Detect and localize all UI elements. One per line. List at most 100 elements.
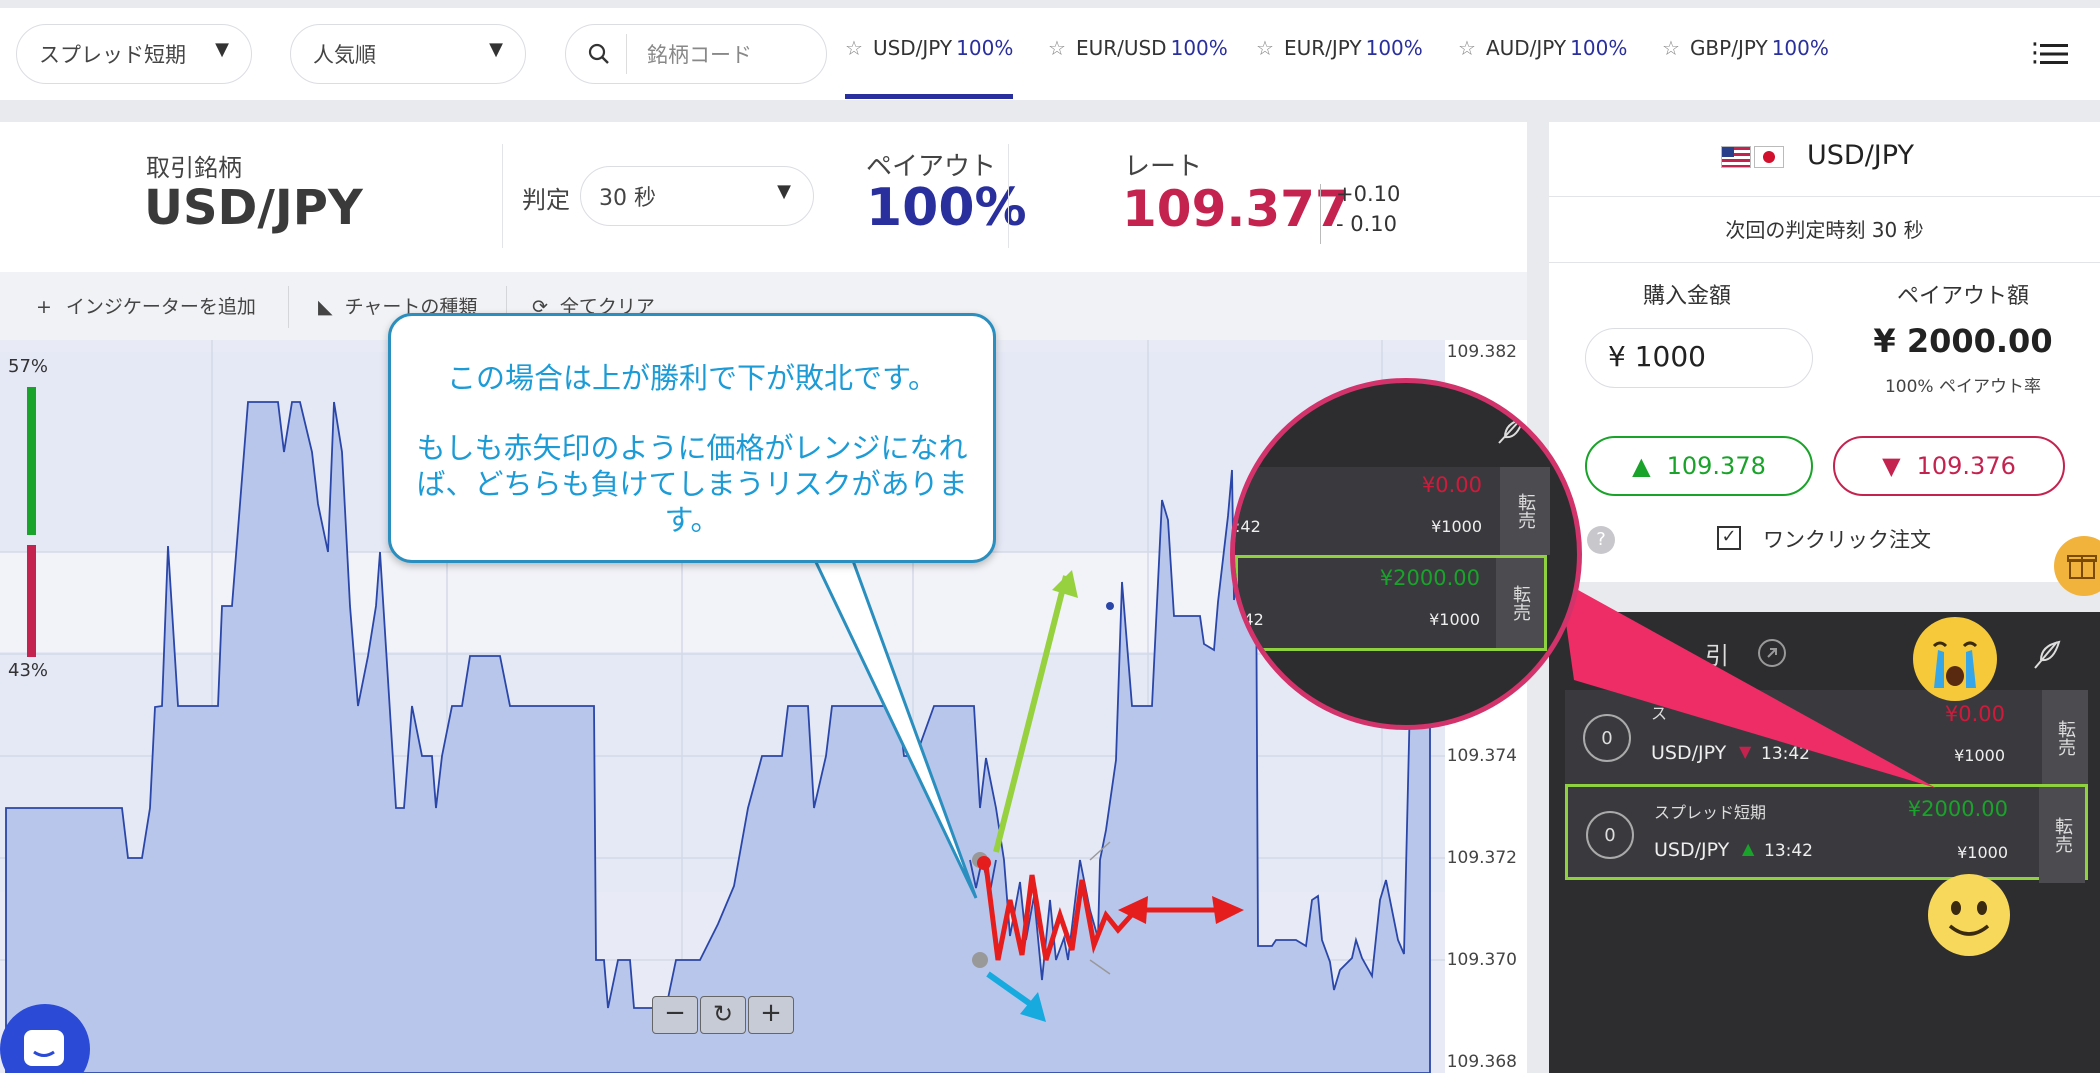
- triangle-down-icon: ▼: [1882, 452, 1901, 480]
- divider: [502, 144, 503, 248]
- trade-profit: ¥2000.00: [1907, 797, 2008, 821]
- filter-select[interactable]: スプレッド短期 ▼: [16, 24, 252, 84]
- payout-amount-value: ¥ 2000.00: [1873, 322, 2053, 360]
- payout-rate: 100% ペイアウト率: [1884, 377, 2041, 397]
- resell-button[interactable]: 転売: [2042, 690, 2088, 786]
- trade-name: スプレッド短期: [1654, 803, 1767, 822]
- star-icon: ☆: [1048, 36, 1066, 60]
- amount-label: 購入金額: [1642, 284, 1731, 309]
- trade-count: 0: [1586, 811, 1634, 859]
- tab-eurusd[interactable]: ☆ EUR/USD 100%: [1048, 36, 1228, 96]
- chevron-down-icon: ▼: [215, 39, 229, 60]
- order-panel: USD/JPY 次回の判定時刻 30 秒 購入金額 ペイアウト額 ¥ 1000 …: [1549, 122, 2100, 582]
- ratio-up-label: 57%: [8, 356, 49, 377]
- plus-icon: +: [36, 296, 52, 318]
- star-icon: ☆: [845, 36, 863, 60]
- callout-line-3: ば、どちらも負けてしまうリスクがあります。: [416, 467, 968, 537]
- magnified-trade-row: ¥0.00 :42 ¥1000: [1235, 467, 1500, 555]
- magnified-trade-row: ¥2000.00 :42 ¥1000 転売: [1235, 555, 1547, 651]
- y-tick-label: 109.370: [1446, 950, 1517, 970]
- gift-icon: [2067, 555, 2097, 579]
- divider: [1320, 184, 1321, 244]
- divider: [1549, 196, 2100, 197]
- magnified-profit: ¥2000.00: [1379, 566, 1480, 590]
- symbol-value: USD/JPY: [144, 180, 363, 236]
- smiling-face-icon: [1928, 874, 2010, 956]
- trade-pair: USD/JPY: [1654, 839, 1730, 861]
- annotation-callout: この場合は上が勝利で下が敗北です。 もしも赤矢印のように価格がレンジになれ ば、…: [388, 313, 996, 563]
- rate-spread-down: - 0.10: [1336, 212, 1398, 236]
- trade-direction-up-icon: ▲: [1742, 839, 1755, 858]
- chevron-down-icon: ▼: [777, 181, 791, 202]
- rate-spread-up: +0.10: [1336, 182, 1401, 206]
- tab-audjpy[interactable]: ☆ AUD/JPY 100%: [1458, 36, 1627, 96]
- magnifier-pointer: [1560, 580, 1936, 788]
- star-icon: ☆: [1256, 36, 1274, 60]
- magnified-time: :42: [1238, 610, 1264, 629]
- tab-usdjpy[interactable]: ☆ USD/JPY 100%: [845, 36, 1013, 96]
- symbol-info-card: 取引銘柄 USD/JPY 判定 30 秒 ▼ ペイアウト 100% レート 10…: [0, 122, 1527, 272]
- trade-time: 13:42: [1764, 841, 1813, 861]
- low-button[interactable]: ▼ 109.376: [1833, 436, 2065, 496]
- current-price-dot: [1106, 602, 1114, 610]
- menu-icon[interactable]: [2040, 42, 2068, 66]
- one-click-checkbox[interactable]: ✓: [1717, 526, 1741, 550]
- one-click-label: ワンクリック注文: [1763, 528, 1931, 552]
- rate-label: レート: [1124, 152, 1203, 182]
- payout-value: 100%: [866, 178, 1027, 238]
- zoom-reset-button[interactable]: ↻: [700, 996, 746, 1034]
- top-bar: スプレッド短期 ▼ 人気順 ▼ 銘柄コード ☆ USD/JPY 100% ☆ EUR/…: [0, 8, 2100, 100]
- chat-icon: [24, 1030, 64, 1066]
- judge-select[interactable]: 30 秒 ▼: [580, 166, 814, 226]
- add-indicator-button[interactable]: + インジケーターを追加: [36, 292, 256, 319]
- magnified-resell: 転売: [1496, 558, 1544, 648]
- zoom-in-button[interactable]: +: [748, 996, 794, 1034]
- feather-icon[interactable]: [2027, 634, 2067, 674]
- area-chart-icon: ◣: [318, 296, 333, 318]
- symbol-label: 取引銘柄: [146, 154, 242, 182]
- magnified-profit: ¥0.00: [1421, 473, 1482, 497]
- divider: [288, 286, 289, 328]
- zoom-out-button[interactable]: −: [652, 996, 698, 1034]
- entry-marker-down: [972, 952, 988, 968]
- magnified-time: :42: [1235, 517, 1261, 536]
- triangle-up-icon: ▲: [1632, 452, 1651, 480]
- callout-line-1: この場合は上が勝利で下が敗北です。: [446, 361, 938, 395]
- sort-select-value: 人気順: [313, 43, 376, 67]
- resell-button[interactable]: 転売: [2039, 787, 2085, 883]
- search-icon: [588, 43, 609, 64]
- us-flag-icon: [1721, 146, 1751, 168]
- tab-eurjpy[interactable]: ☆ EUR/JPY 100%: [1256, 36, 1423, 96]
- panel-pair: USD/JPY: [1807, 140, 1914, 171]
- judge-label: 判定: [522, 186, 570, 214]
- help-icon[interactable]: ?: [1587, 526, 1615, 554]
- callout-line-2: もしも赤矢印のように価格がレンジになれ: [416, 431, 968, 465]
- star-icon: ☆: [1458, 36, 1476, 60]
- ratio-down-label: 43%: [8, 660, 49, 681]
- magnified-resell: 転売: [1500, 467, 1550, 555]
- divider: [1008, 144, 1009, 248]
- jp-flag-icon: [1754, 146, 1784, 168]
- rate-value: 109.377: [1122, 180, 1350, 238]
- chevron-down-icon: ▼: [489, 39, 503, 60]
- search-input[interactable]: 銘柄コード: [647, 39, 752, 69]
- sort-select[interactable]: 人気順 ▼: [290, 24, 526, 84]
- tab-gbpjpy[interactable]: ☆ GBP/JPY 100%: [1662, 36, 1829, 96]
- divider: [1549, 262, 2100, 263]
- magnified-amount: ¥1000: [1431, 517, 1482, 536]
- high-button[interactable]: ▲ 109.378: [1585, 436, 1813, 496]
- filter-select-value: スプレッド短期: [39, 43, 186, 67]
- feather-icon: [1498, 417, 1525, 444]
- active-tab-indicator: [845, 94, 1013, 99]
- next-judge-time: 次回の判定時刻 30 秒: [1725, 218, 1924, 242]
- star-icon: ☆: [1662, 36, 1680, 60]
- gift-button[interactable]: [2054, 536, 2100, 596]
- magnifier-lens: ¥0.00 :42 ¥1000 転売 ¥2000.00 :42 ¥1000 転売: [1230, 378, 1582, 730]
- trade-amount: ¥1000: [1957, 843, 2008, 862]
- magnified-amount: ¥1000: [1429, 610, 1480, 629]
- amount-input[interactable]: ¥ 1000: [1585, 328, 1813, 388]
- crying-face-icon: [1913, 617, 1997, 701]
- callout-tail: [811, 556, 978, 899]
- ratio-bar-up: [27, 387, 36, 535]
- search-box[interactable]: 銘柄コード: [565, 24, 827, 84]
